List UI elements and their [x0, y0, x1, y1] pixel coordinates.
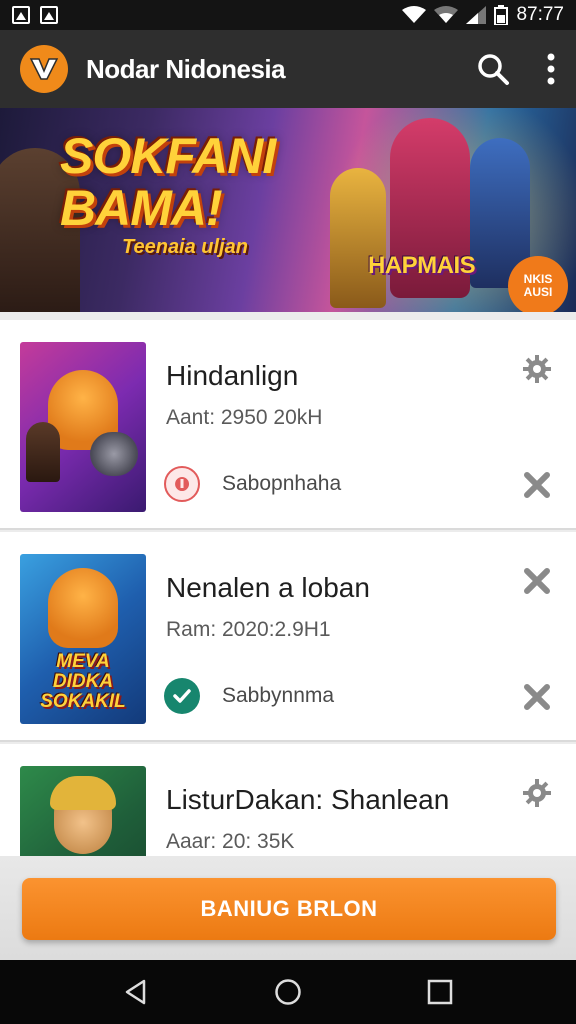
app-title: Nodar Nidonesia: [86, 53, 286, 84]
close-icon[interactable]: [520, 468, 554, 502]
banner-character: [330, 168, 386, 308]
app-logo-icon[interactable]: [20, 45, 68, 93]
app-bar: Nodar Nidonesia: [0, 30, 576, 108]
banner-title: SOKFANI BAMA!: [60, 128, 276, 236]
search-icon[interactable]: [476, 52, 510, 86]
item-status: Sabopnhaha: [164, 466, 341, 502]
back-icon[interactable]: [116, 972, 156, 1012]
signal-icon: [466, 6, 487, 24]
list-item[interactable]: Hindanlign Aant: 2950 20kH Sabopnhaha: [0, 320, 576, 530]
battery-icon: [494, 5, 509, 25]
list-item[interactable]: MEVA DIDKA SOKAKIL Nenalen a loban Ram: …: [0, 532, 576, 742]
item-meta: Aant: 2950 20kH: [166, 406, 323, 429]
item-meta: Aaar: 20: 35K: [166, 830, 295, 853]
system-nav-bar: [0, 960, 576, 1024]
item-status-text: Sabopnhaha: [222, 472, 342, 495]
check-icon: [164, 678, 200, 714]
item-thumbnail: [20, 342, 146, 512]
item-status-text: Sabbynnma: [222, 684, 335, 707]
close-icon[interactable]: [520, 680, 554, 714]
banner-badge: NKIS AUSI: [508, 256, 568, 312]
banner-tagline: Teenaia uljan: [122, 236, 248, 258]
image-notification-icon: [12, 6, 30, 24]
settings-gear-icon[interactable]: [520, 352, 554, 386]
item-meta: Ram: 2020:2.9H1: [166, 618, 331, 641]
item-title: Nenalen a loban: [166, 572, 370, 603]
image-notification-icon: [40, 6, 58, 24]
close-icon[interactable]: [520, 564, 554, 598]
status-bar: 87:77: [0, 0, 576, 30]
primary-action-button[interactable]: BANIUG BRLON: [22, 878, 556, 940]
recent-apps-icon[interactable]: [420, 972, 460, 1012]
status-time: 87:77: [516, 4, 564, 25]
puzzle-icon[interactable]: [520, 776, 554, 810]
banner-game-logo: HAPMAIS: [368, 252, 476, 279]
home-icon[interactable]: [268, 972, 308, 1012]
wifi-icon: [402, 6, 427, 23]
item-title: ListurDakan: Shanlean: [166, 784, 450, 815]
promo-banner[interactable]: SOKFANI BAMA! Teenaia uljan HAPMAIS NKIS…: [0, 108, 576, 312]
item-title: Hindanlign: [166, 360, 299, 391]
more-options-icon[interactable]: [546, 53, 556, 85]
error-icon: [164, 466, 200, 502]
wifi-weak-icon: [434, 6, 459, 23]
cta-container: BANIUG BRLON: [0, 856, 576, 960]
item-thumbnail: MEVA DIDKA SOKAKIL: [20, 554, 146, 724]
item-status: Sabbynnma: [164, 678, 334, 714]
